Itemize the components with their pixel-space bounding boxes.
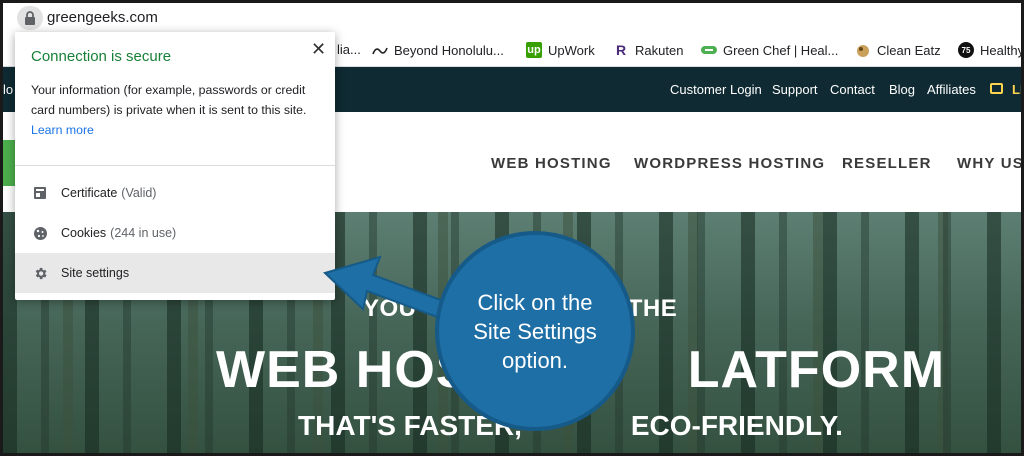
close-icon[interactable]: ✕ [311, 39, 326, 60]
popup-title: Connection is secure [31, 48, 172, 65]
address-bar: greengeeks.com [3, 3, 1021, 33]
wave-icon [372, 42, 388, 58]
greenchef-icon [701, 42, 717, 58]
nav-fragment: lo [3, 82, 14, 97]
site-settings-row[interactable]: Site settings [15, 253, 335, 293]
cookie-icon [32, 225, 48, 241]
bookmark-item[interactable]: up UpWork [526, 42, 595, 58]
callout-line: option. [501, 347, 569, 373]
healthy-icon: 75 [958, 42, 974, 58]
callout-line: Site Settings [473, 318, 597, 344]
cookies-count: (244 in use) [110, 226, 177, 240]
bookmark-label: Clean Eatz [877, 42, 941, 58]
description-text: Your information (for example, passwords… [31, 83, 307, 117]
upwork-icon: up [526, 42, 542, 58]
cookies-row[interactable]: Cookies (244 in use) [15, 213, 335, 253]
callout-line: Click on the [477, 289, 593, 315]
bookmark-label: Healthy [980, 42, 1024, 58]
bookmark-item[interactable]: lia... [337, 42, 361, 57]
chat-icon[interactable] [990, 83, 1003, 94]
bookmark-label: Green Chef | Heal... [723, 42, 839, 58]
nav-wordpress-hosting[interactable]: WORDPRESS HOSTING [634, 155, 825, 172]
green-button-edge[interactable] [3, 140, 15, 186]
nav-web-hosting[interactable]: WEB HOSTING [491, 155, 612, 172]
lock-icon[interactable] [17, 6, 43, 30]
certificate-status: (Valid) [121, 186, 157, 200]
rakuten-icon: R [615, 42, 627, 58]
bookmark-item[interactable]: Clean Eatz [855, 42, 941, 58]
gear-icon [32, 265, 48, 281]
nav-contact[interactable]: Contact [830, 82, 875, 97]
certificate-label: Certificate [61, 186, 118, 200]
bookmark-label: Rakuten [635, 42, 684, 58]
bookmark-label: lia... [337, 42, 361, 57]
cleaneatz-icon [855, 42, 871, 58]
site-settings-label: Site settings [61, 266, 130, 280]
callout-bubble: Click on the Site Settings option. [435, 231, 635, 431]
live-chat-label[interactable]: LIV [1012, 82, 1021, 97]
cookies-label: Cookies [61, 226, 107, 240]
bookmark-item[interactable]: R Rakuten [613, 42, 683, 58]
bookmark-item[interactable]: Beyond Honolulu... [372, 42, 504, 58]
learn-more-link[interactable]: Learn more [31, 123, 94, 137]
popup-description: Your information (for example, passwords… [31, 80, 321, 140]
nav-reseller[interactable]: RESELLER [842, 155, 932, 172]
nav-blog[interactable]: Blog [889, 82, 915, 97]
certificate-icon [32, 185, 48, 201]
certificate-row[interactable]: Certificate (Valid) [15, 173, 335, 213]
nav-customer-login[interactable]: Customer Login [670, 82, 762, 97]
divider [15, 165, 335, 166]
nav-support[interactable]: Support [772, 82, 818, 97]
url-text[interactable]: greengeeks.com [47, 9, 158, 26]
bookmark-label: UpWork [548, 42, 595, 58]
site-info-popup: Connection is secure ✕ Your information … [15, 32, 335, 300]
nav-affiliates[interactable]: Affiliates [927, 82, 976, 97]
bookmark-item[interactable]: Green Chef | Heal... [701, 42, 838, 58]
bookmark-label: Beyond Honolulu... [394, 42, 504, 58]
screenshot-frame: greengeeks.com lia... Beyond Honolulu...… [0, 0, 1024, 456]
bookmark-item[interactable]: 75 Healthy [958, 42, 1024, 58]
nav-why-us[interactable]: WHY US [957, 155, 1021, 172]
